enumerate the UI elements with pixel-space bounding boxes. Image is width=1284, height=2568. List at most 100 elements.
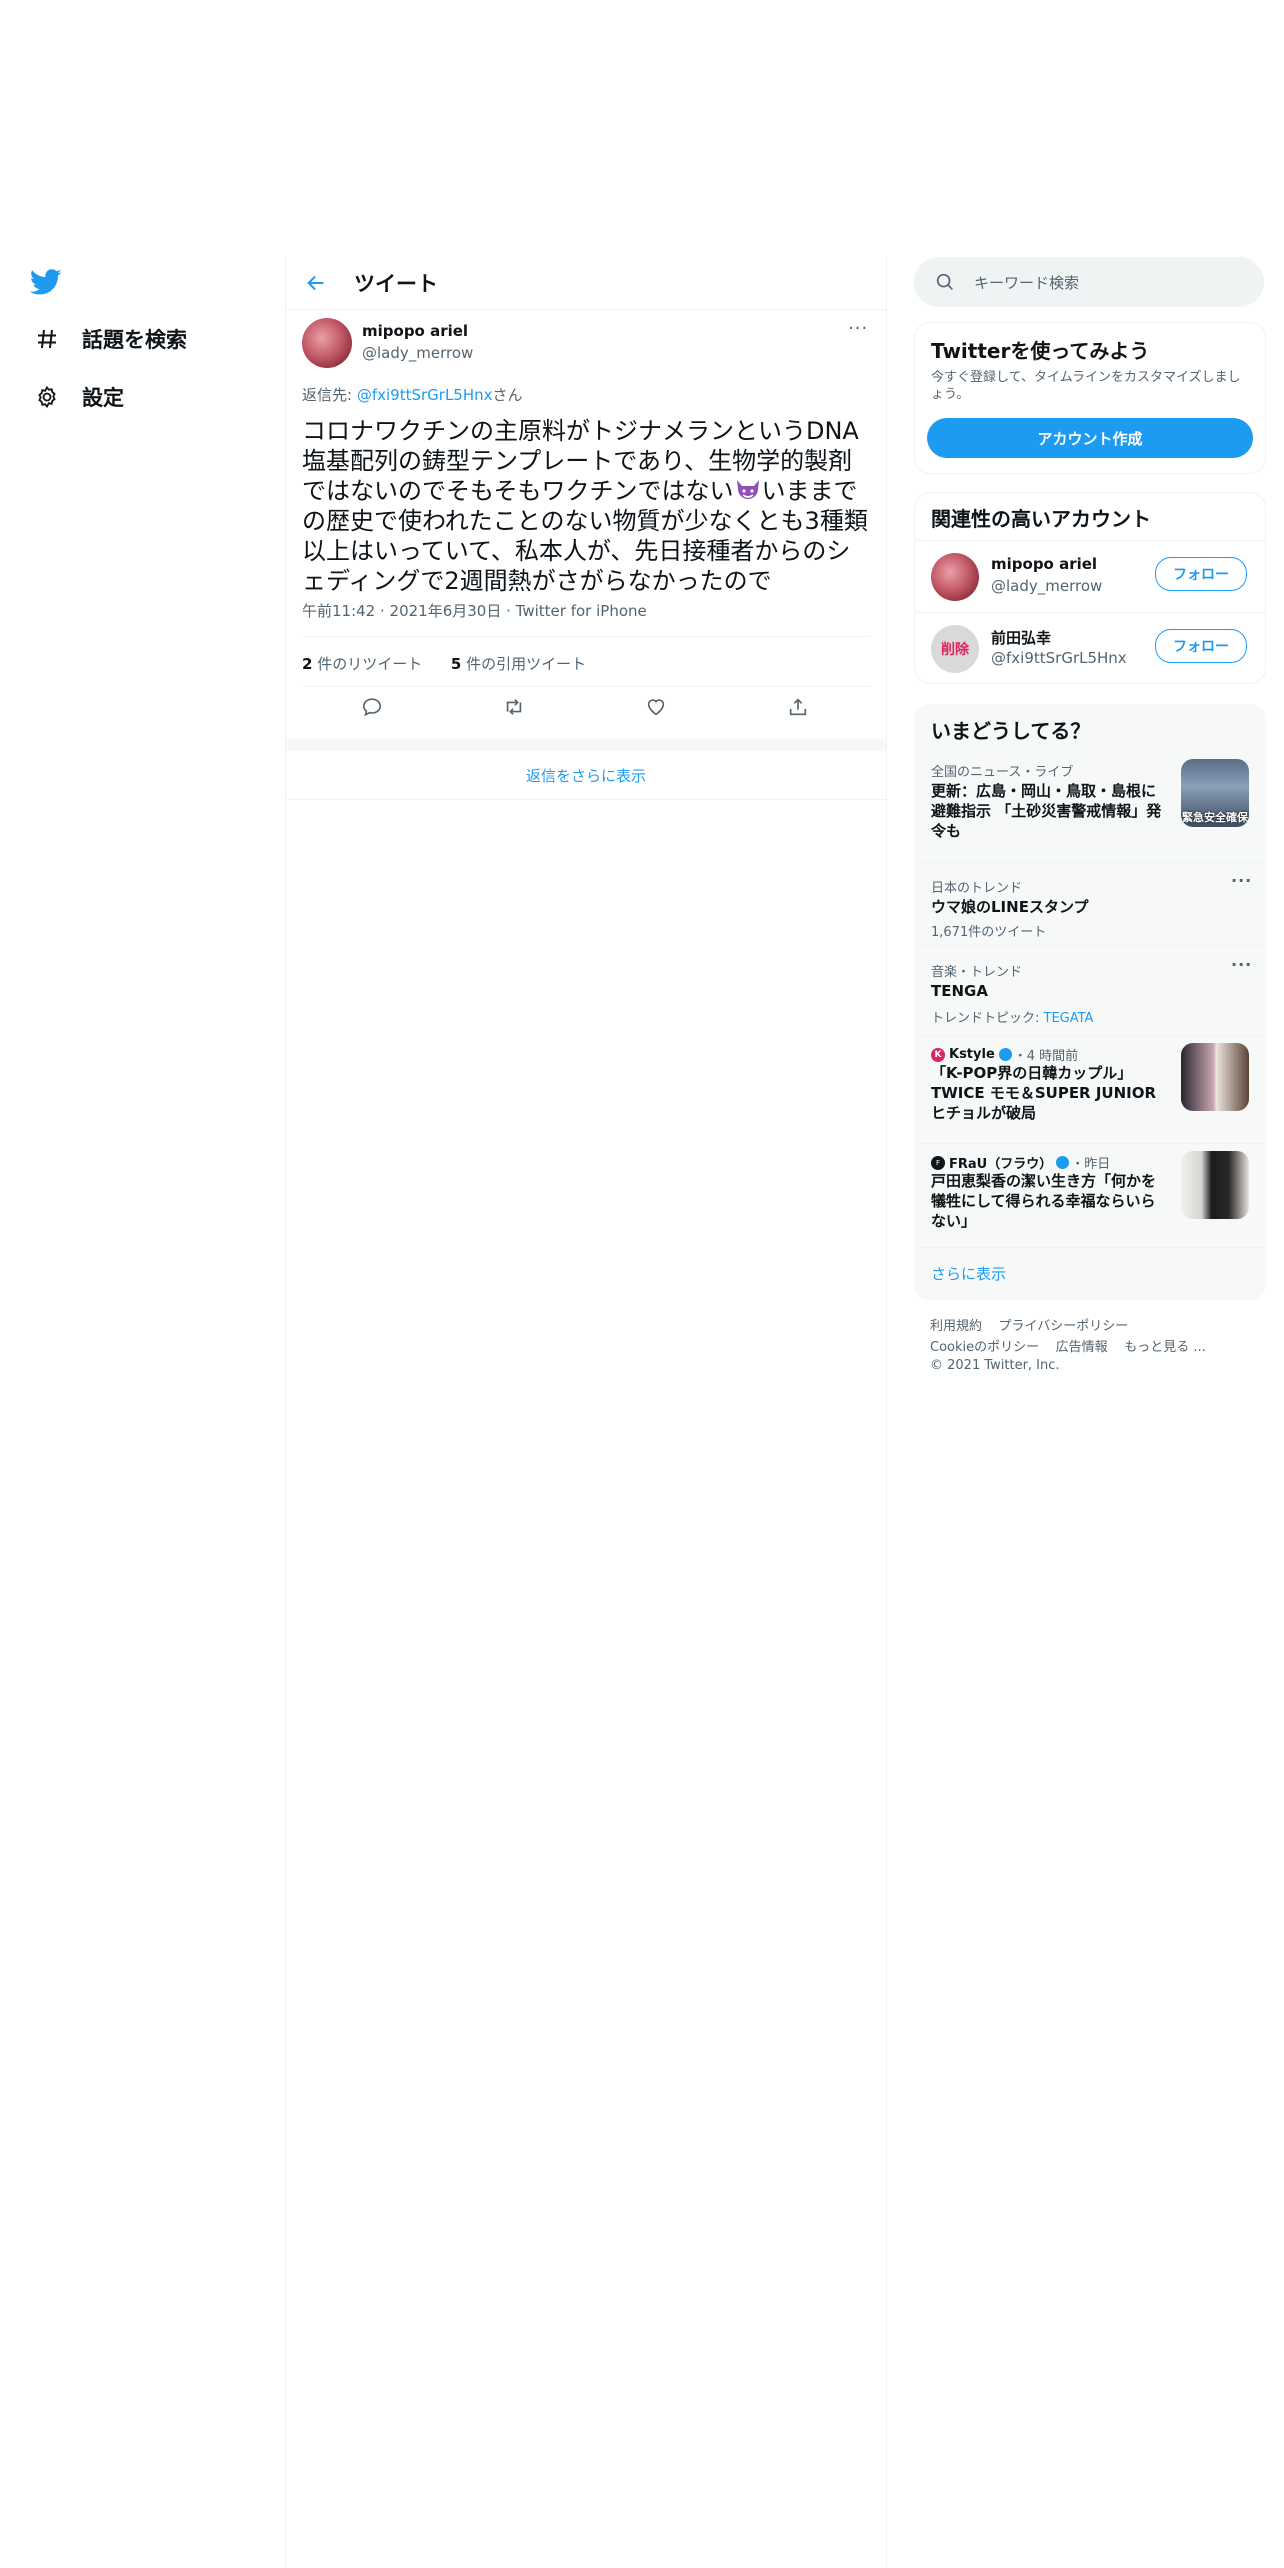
tweet-text: コロナワクチンの主原料がトジナメランというDNA塩基配列の鋳型テンプレートであり…	[302, 416, 872, 596]
trend-source: FRaU（フラウ）	[949, 1157, 1053, 1172]
account-name[interactable]: 前田弘幸	[991, 627, 1051, 648]
page-header: ツイート	[286, 256, 886, 310]
trend-item[interactable]: K Kstyle ・4 時間前 「K-POP界の日韓カップル」TWICE モモ＆…	[915, 1041, 1265, 1145]
follow-button[interactable]: フォロー	[1155, 557, 1247, 591]
section-separator	[286, 739, 886, 751]
verified-badge-icon	[998, 1048, 1012, 1061]
divider	[302, 686, 870, 687]
show-more-trends-link[interactable]: さらに表示	[931, 1263, 1006, 1284]
signup-description: 今すぐ登録して、タイムラインをカスタマイズしましょう。	[931, 370, 1241, 402]
twitter-logo-icon[interactable]	[29, 266, 62, 298]
tweet-author-handle[interactable]: @lady_merrow	[362, 344, 473, 362]
trend-title: ウマ娘のLINEスタンプ	[931, 898, 1089, 916]
terms-link[interactable]: 利用規約	[930, 1319, 982, 1334]
reply-icon[interactable]	[361, 696, 385, 720]
retweet-icon[interactable]	[503, 696, 527, 720]
trend-time: ・昨日	[1071, 1157, 1111, 1172]
footer-links-row: Cookieのポリシー 広告情報 もっと見る ...	[930, 1336, 1206, 1355]
quote-count: 5	[450, 655, 462, 673]
reply-prefix: 返信先:	[302, 386, 357, 404]
frau-logo-icon: F	[931, 1155, 945, 1170]
copyright: © 2021 Twitter, Inc.	[930, 1358, 1060, 1373]
page-title: ツイート	[354, 271, 438, 296]
signup-card: Twitterを使ってみよう 今すぐ登録して、タイムラインをカスタマイズしましょ…	[914, 322, 1266, 474]
related-accounts-card: 関連性の高いアカウント mipopo ariel @lady_merrow フォ…	[914, 492, 1266, 684]
trend-time: ・4 時間前	[1013, 1049, 1079, 1064]
ads-info-link[interactable]: 広告情報	[1056, 1340, 1108, 1355]
follow-button[interactable]: フォロー	[1155, 629, 1247, 663]
more-options-icon[interactable]: ···	[1231, 955, 1252, 974]
tweet-actions	[302, 696, 870, 720]
signup-title: Twitterを使ってみよう	[931, 339, 1150, 363]
reply-mention-link[interactable]: @fxi9ttSrGrL5Hnx	[357, 386, 493, 404]
account-handle[interactable]: @lady_merrow	[991, 577, 1102, 595]
avatar[interactable]	[302, 318, 352, 368]
search-box[interactable]: キーワード検索	[914, 257, 1264, 307]
nav-item-explore[interactable]: 話題を検索	[34, 324, 187, 354]
tweet-author-name[interactable]: mipopo ariel	[362, 322, 468, 340]
trend-tweet-count: 1,671件のツイート	[931, 925, 1047, 940]
avatar-label: 削除	[941, 642, 969, 658]
gear-icon	[34, 384, 60, 410]
divider	[915, 862, 1265, 863]
tweet-source[interactable]: Twitter for iPhone	[516, 602, 647, 620]
divider	[915, 945, 1265, 946]
create-account-button[interactable]: アカウント作成	[927, 418, 1253, 458]
quote-label: 件の引用ツイート	[466, 655, 587, 673]
news-thumbnail-image: 緊急安全確保	[1181, 759, 1249, 827]
back-arrow-icon[interactable]	[304, 271, 328, 295]
trend-item[interactable]: F FRaU（フラウ） ・昨日 戸田恵梨香の潔い生き方「何かを犠牲にして得られる…	[915, 1149, 1265, 1253]
trend-category: 日本のトレンド	[931, 881, 1023, 896]
trend-item[interactable]: 日本のトレンド ウマ娘のLINEスタンプ 1,671件のツイート ···	[915, 871, 1265, 945]
trend-source-line: K Kstyle ・4 時間前	[931, 1045, 1078, 1064]
retweet-label: 件のリツイート	[317, 655, 423, 673]
search-icon	[934, 271, 956, 293]
hashtag-icon	[34, 326, 60, 352]
divider	[915, 612, 1265, 613]
reply-suffix: さん	[492, 386, 523, 404]
smiling-devil-emoji-icon	[734, 478, 762, 502]
reply-to-line: 返信先: @fxi9ttSrGrL5Hnxさん	[302, 384, 523, 405]
tweet-date[interactable]: 2021年6月30日	[390, 602, 502, 620]
main-column: ツイート mipopo ariel @lady_merrow ··· 返信先: …	[285, 256, 887, 2568]
show-more-replies-link[interactable]: 返信をさらに表示	[286, 751, 886, 800]
heart-icon[interactable]	[645, 696, 669, 720]
search-input[interactable]: キーワード検索	[974, 272, 1079, 293]
avatar[interactable]	[931, 553, 979, 601]
trend-title: 更新：広島・岡山・鳥取・島根に避難指示 「土砂災害警戒情報」発令も	[931, 782, 1162, 840]
more-link[interactable]: もっと見る ...	[1124, 1340, 1206, 1355]
cookie-link[interactable]: Cookieのポリシー	[930, 1340, 1039, 1355]
divider	[915, 1035, 1265, 1036]
trend-topic-link[interactable]: TEGATA	[1044, 1011, 1094, 1026]
nav-item-settings[interactable]: 設定	[34, 382, 124, 412]
trend-category: 全国のニュース・ライブ	[931, 765, 1074, 780]
more-options-icon[interactable]: ···	[1231, 871, 1252, 890]
trends-title: いまどうしてる？	[931, 719, 1091, 743]
account-handle[interactable]: @fxi9ttSrGrL5Hnx	[991, 649, 1127, 667]
kstyle-logo-icon: K	[931, 1047, 945, 1062]
news-thumbnail-image	[1181, 1151, 1249, 1219]
trend-title: 戸田恵梨香の潔い生き方「何かを犠牲にして得られる幸福ならいらない」	[931, 1172, 1157, 1230]
quotes-stat[interactable]: 5 件の引用ツイート	[451, 655, 586, 673]
trend-category: 音楽・トレンド	[931, 965, 1023, 980]
trend-topic-prefix: トレンドトピック:	[931, 1011, 1044, 1026]
trend-topic-line: トレンドトピック: TEGATA	[931, 1007, 1093, 1026]
account-name[interactable]: mipopo ariel	[991, 555, 1097, 573]
tweet-stats: 2 件のリツイート 5 件の引用ツイート	[302, 653, 586, 674]
retweets-stat[interactable]: 2 件のリツイート	[302, 655, 422, 673]
related-title: 関連性の高いアカウント	[931, 507, 1151, 531]
trend-item[interactable]: 音楽・トレンド TENGA トレンドトピック: TEGATA ···	[915, 953, 1265, 1029]
avatar[interactable]: 削除	[931, 625, 979, 673]
more-options-icon[interactable]: ···	[848, 318, 868, 339]
trend-item[interactable]: 全国のニュース・ライブ 更新：広島・岡山・鳥取・島根に避難指示 「土砂災害警戒情…	[915, 759, 1265, 867]
trend-title: TENGA	[931, 982, 988, 1000]
tweet-time[interactable]: 午前11:42	[302, 602, 375, 620]
footer-links-row: 利用規約 プライバシーポリシー	[930, 1315, 1128, 1334]
trends-card: いまどうしてる？ 全国のニュース・ライブ 更新：広島・岡山・鳥取・島根に避難指示…	[914, 704, 1266, 1300]
share-icon[interactable]	[787, 696, 811, 720]
trend-title: 「K-POP界の日韓カップル」TWICE モモ＆SUPER JUNIOR ヒチョ…	[931, 1064, 1157, 1122]
privacy-link[interactable]: プライバシーポリシー	[999, 1319, 1129, 1334]
trend-source-line: F FRaU（フラウ） ・昨日	[931, 1153, 1110, 1172]
tweet-meta: 午前11:42 · 2021年6月30日 · Twitter for iPhon…	[302, 602, 647, 620]
trend-source: Kstyle	[949, 1047, 995, 1062]
